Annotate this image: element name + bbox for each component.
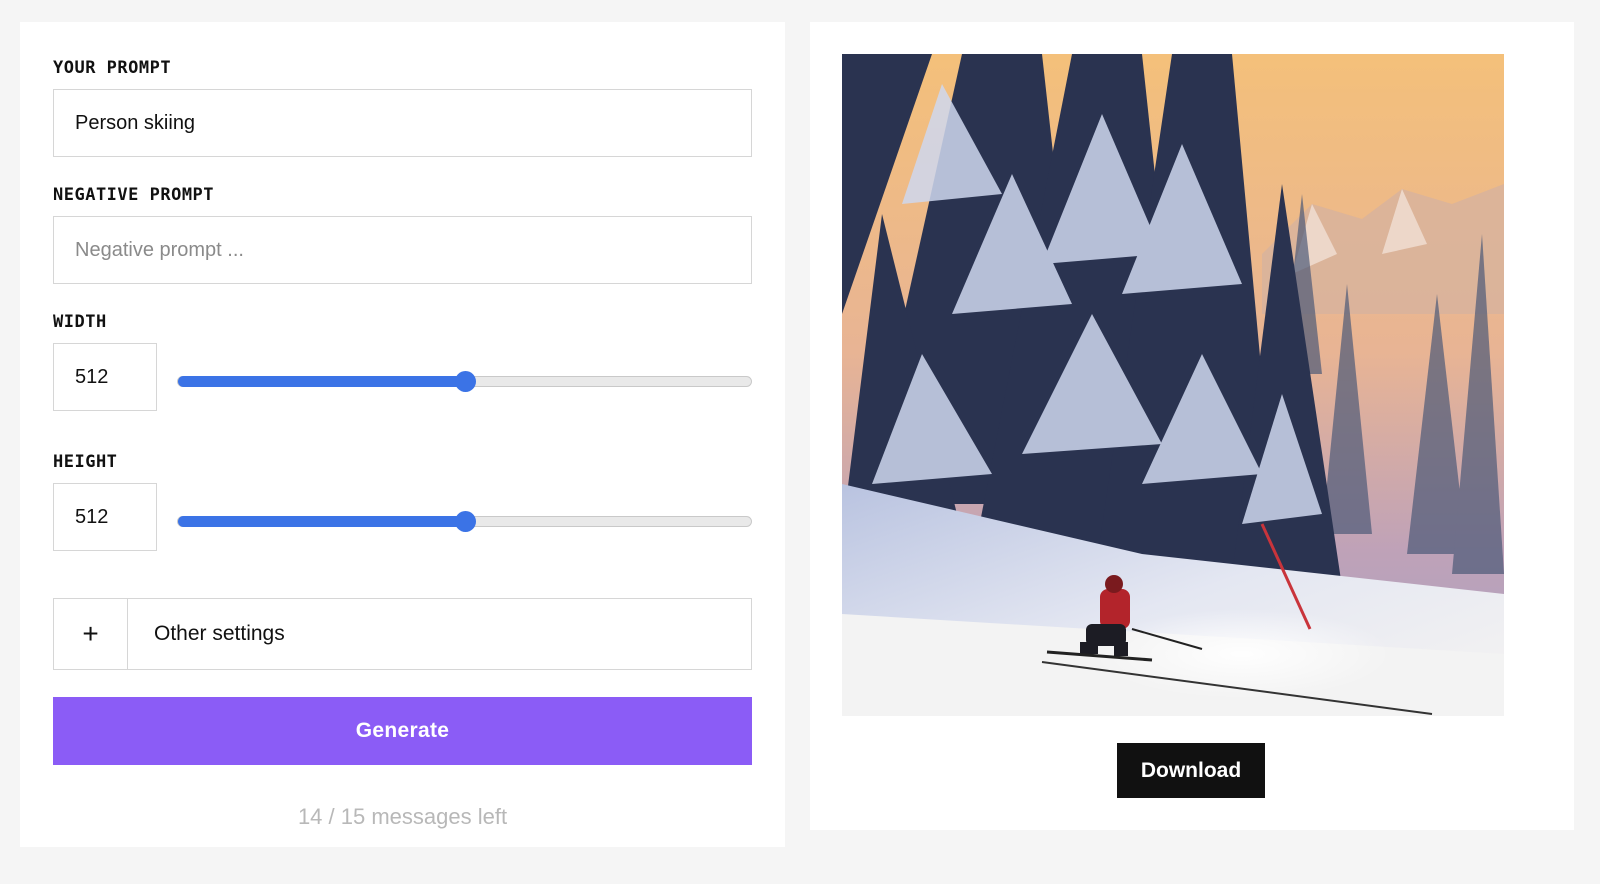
- width-slider-fill: [178, 376, 465, 387]
- height-slider-thumb[interactable]: [454, 511, 476, 532]
- result-panel: Download: [810, 22, 1574, 830]
- plus-icon[interactable]: +: [54, 599, 128, 669]
- prompt-input[interactable]: [53, 89, 752, 157]
- prompt-label: YOUR PROMPT: [53, 58, 172, 78]
- height-input[interactable]: [53, 483, 157, 551]
- negative-prompt-label: NEGATIVE PROMPT: [53, 185, 215, 205]
- generated-image: [842, 54, 1504, 716]
- generation-form-panel: YOUR PROMPT NEGATIVE PROMPT WIDTH HEIGHT…: [20, 22, 785, 847]
- width-label: WIDTH: [53, 312, 107, 332]
- height-label: HEIGHT: [53, 452, 118, 472]
- other-settings-label: Other settings: [154, 622, 285, 645]
- width-slider-thumb[interactable]: [454, 371, 476, 392]
- negative-prompt-input[interactable]: [53, 216, 752, 284]
- other-settings-toggle[interactable]: + Other settings: [53, 598, 752, 670]
- width-slider[interactable]: [177, 371, 752, 392]
- generate-button[interactable]: Generate: [53, 697, 752, 765]
- height-slider-fill: [178, 516, 465, 527]
- download-button[interactable]: Download: [1117, 743, 1265, 798]
- width-input[interactable]: [53, 343, 157, 411]
- height-slider[interactable]: [177, 511, 752, 532]
- messages-left-counter: 14 / 15 messages left: [297, 804, 508, 829]
